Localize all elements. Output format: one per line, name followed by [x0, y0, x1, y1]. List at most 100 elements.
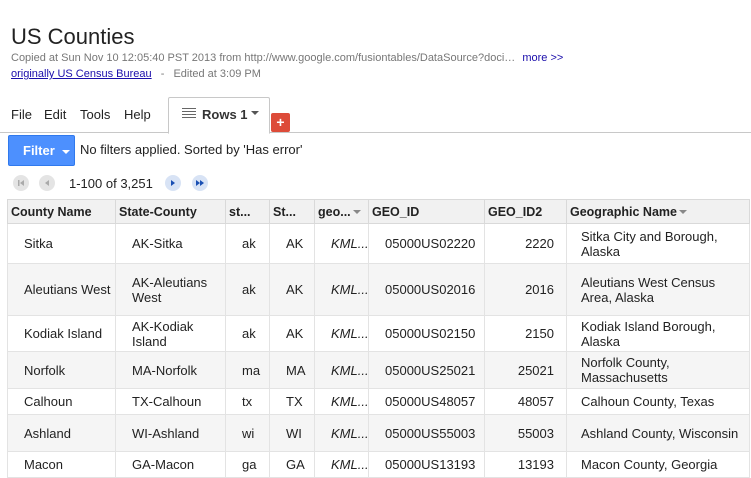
cell-county-name[interactable]: Norfolk	[7, 351, 116, 389]
edited-text: Edited at 3:09 PM	[173, 68, 261, 80]
cell-state-county[interactable]: GA-Macon	[115, 451, 226, 478]
cell-state-county[interactable]: MA-Norfolk	[115, 351, 226, 389]
table-row[interactable]: Aleutians West AK-Aleutians West ak AK K…	[7, 263, 750, 316]
cell-county-name[interactable]: Sitka	[7, 223, 116, 264]
chevron-down-icon[interactable]	[352, 210, 361, 215]
chevron-down-icon	[62, 150, 70, 154]
cell-state-abbr[interactable]: AK	[269, 263, 315, 316]
cell-state-county[interactable]: AK-Sitka	[115, 223, 226, 264]
menu-file[interactable]: File	[11, 107, 32, 122]
cell-geo-id[interactable]: 05000US48057	[368, 388, 485, 415]
cell-geographic-name[interactable]: Macon County, Georgia	[566, 451, 750, 478]
cell-state-abbr[interactable]: MA	[269, 351, 315, 389]
cell-state-abbr[interactable]: AK	[269, 315, 315, 352]
table-row[interactable]: Norfolk MA-Norfolk ma MA KML... 05000US2…	[7, 351, 750, 389]
cell-geometry[interactable]: KML...	[314, 414, 369, 452]
column-header-geographic-name[interactable]: Geographic Name	[566, 199, 750, 224]
cell-geographic-name[interactable]: Sitka City and Borough, Alaska	[566, 223, 750, 264]
cell-geometry[interactable]: KML...	[314, 351, 369, 389]
cell-state[interactable]: ma	[225, 351, 270, 389]
cell-geo-id2[interactable]: 48057	[484, 388, 567, 415]
cell-state-abbr[interactable]: GA	[269, 451, 315, 478]
first-page-icon[interactable]	[13, 175, 29, 191]
column-header-state[interactable]: st...	[225, 199, 270, 224]
cell-geo-id[interactable]: 05000US13193	[368, 451, 485, 478]
table-row[interactable]: Kodiak Island AK-Kodiak Island ak AK KML…	[7, 315, 750, 352]
cell-geo-id[interactable]: 05000US25021	[368, 351, 485, 389]
source-link[interactable]: originally US Census Bureau	[11, 68, 152, 80]
cell-geometry[interactable]: KML...	[314, 263, 369, 316]
cell-county-name[interactable]: Calhoun	[7, 388, 116, 415]
cell-state-county[interactable]: WI-Ashland	[115, 414, 226, 452]
column-header-label: geo...	[318, 204, 351, 219]
column-header-state-county[interactable]: State-County	[115, 199, 226, 224]
cell-state-abbr[interactable]: WI	[269, 414, 315, 452]
copied-info: Copied at Sun Nov 10 12:05:40 PST 2013 f…	[11, 52, 563, 64]
column-header-label: State-County	[119, 204, 197, 219]
prev-page-icon[interactable]	[39, 175, 55, 191]
column-header-label: GEO_ID	[372, 204, 420, 219]
cell-state-county[interactable]: TX-Calhoun	[115, 388, 226, 415]
cell-geo-id2[interactable]: 55003	[484, 414, 567, 452]
cell-geographic-name[interactable]: Norfolk County, Massachusetts	[566, 351, 750, 389]
table-row[interactable]: Macon GA-Macon ga GA KML... 05000US13193…	[7, 451, 750, 478]
filter-status: No filters applied. Sorted by 'Has error…	[80, 142, 303, 157]
menu-edit[interactable]: Edit	[44, 107, 66, 122]
cell-state[interactable]: ak	[225, 263, 270, 316]
menu-help[interactable]: Help	[124, 107, 151, 122]
table-row[interactable]: Ashland WI-Ashland wi WI KML... 05000US5…	[7, 414, 750, 452]
cell-county-name[interactable]: Ashland	[7, 414, 116, 452]
cell-state-county[interactable]: AK-Aleutians West	[115, 263, 226, 316]
column-header-geo-id2[interactable]: GEO_ID2	[484, 199, 567, 224]
pager: 1-100 of 3,251	[0, 174, 260, 194]
cell-geometry[interactable]: KML...	[314, 223, 369, 264]
column-header-state-abbr[interactable]: St...	[269, 199, 315, 224]
cell-geo-id[interactable]: 05000US02150	[368, 315, 485, 352]
table-row[interactable]: Calhoun TX-Calhoun tx TX KML... 05000US4…	[7, 388, 750, 415]
cell-geo-id2[interactable]: 2150	[484, 315, 567, 352]
cell-state-county[interactable]: AK-Kodiak Island	[115, 315, 226, 352]
cell-county-name[interactable]: Macon	[7, 451, 116, 478]
cell-geometry[interactable]: KML...	[314, 388, 369, 415]
cell-geo-id2[interactable]: 2220	[484, 223, 567, 264]
add-tab-button[interactable]: +	[271, 113, 290, 132]
cell-geographic-name[interactable]: Kodiak Island Borough, Alaska	[566, 315, 750, 352]
cell-county-name[interactable]: Kodiak Island	[7, 315, 116, 352]
cell-geo-id[interactable]: 05000US02016	[368, 263, 485, 316]
column-header-county-name[interactable]: County Name	[7, 199, 116, 224]
menu-tools[interactable]: Tools	[80, 107, 110, 122]
cell-state-abbr[interactable]: AK	[269, 223, 315, 264]
last-page-icon[interactable]	[192, 175, 208, 191]
cell-geometry[interactable]: KML...	[314, 315, 369, 352]
column-header-geometry[interactable]: geo...	[314, 199, 369, 224]
cell-geo-id2[interactable]: 25021	[484, 351, 567, 389]
cell-geographic-name[interactable]: Aleutians West Census Area, Alaska	[566, 263, 750, 316]
chevron-down-icon[interactable]	[251, 111, 259, 115]
cell-state[interactable]: ga	[225, 451, 270, 478]
cell-geo-id[interactable]: 05000US02220	[368, 223, 485, 264]
cell-geo-id2[interactable]: 2016	[484, 263, 567, 316]
tab-rows-1[interactable]: Rows 1	[168, 97, 270, 134]
table-row[interactable]: Sitka AK-Sitka ak AK KML... 05000US02220…	[7, 223, 750, 264]
cell-state[interactable]: tx	[225, 388, 270, 415]
more-link[interactable]: more >>	[522, 52, 563, 64]
filter-button-label: Filter	[23, 143, 55, 158]
cell-geometry[interactable]: KML...	[314, 451, 369, 478]
cell-geo-id2[interactable]: 13193	[484, 451, 567, 478]
header-row: County Name State-County st... St... geo…	[7, 199, 750, 224]
cell-state-abbr[interactable]: TX	[269, 388, 315, 415]
cell-state[interactable]: ak	[225, 223, 270, 264]
next-page-icon[interactable]	[165, 175, 181, 191]
source-info: originally US Census Bureau - Edited at …	[11, 68, 261, 80]
cell-state[interactable]: wi	[225, 414, 270, 452]
column-header-label: Geographic Name	[570, 204, 677, 219]
cell-state[interactable]: ak	[225, 315, 270, 352]
filter-button[interactable]: Filter	[8, 135, 75, 166]
cell-geographic-name[interactable]: Ashland County, Wisconsin	[566, 414, 750, 452]
cell-geo-id[interactable]: 05000US55003	[368, 414, 485, 452]
cell-geographic-name[interactable]: Calhoun County, Texas	[566, 388, 750, 415]
column-header-label: GEO_ID2	[488, 204, 543, 219]
cell-county-name[interactable]: Aleutians West	[7, 263, 116, 316]
chevron-down-icon[interactable]	[678, 210, 687, 215]
column-header-geo-id[interactable]: GEO_ID	[368, 199, 485, 224]
